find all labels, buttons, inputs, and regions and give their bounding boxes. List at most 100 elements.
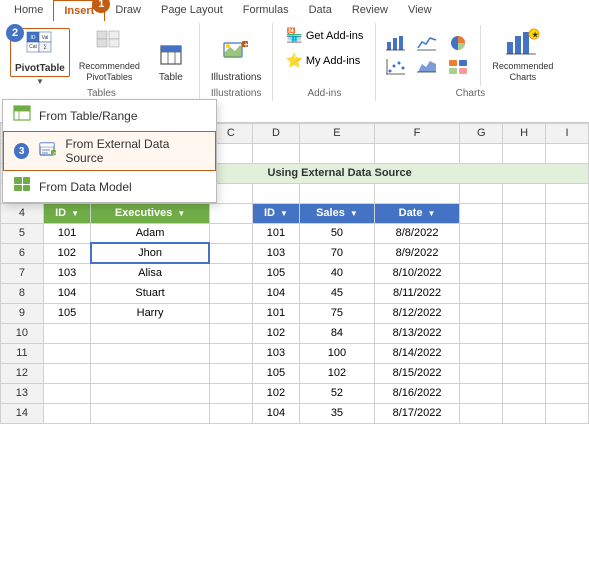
table-row: 8 104 Stuart 104 45 8/11/2022 bbox=[1, 283, 589, 303]
app-window: Home Insert 1 Draw Page Layout Formulas … bbox=[0, 0, 589, 424]
right-id-2[interactable]: 103 bbox=[252, 243, 299, 263]
right-id-10[interactable]: 104 bbox=[252, 403, 299, 423]
more-charts-button[interactable] bbox=[444, 56, 472, 78]
recommended-pivottables-icon: ? bbox=[96, 30, 122, 59]
charts-group: ★ RecommendedCharts Charts bbox=[376, 23, 564, 101]
dropdown-from-table[interactable]: From Table/Range bbox=[3, 100, 216, 131]
pivot-table-label: PivotTable bbox=[15, 63, 65, 74]
right-sales-10[interactable]: 35 bbox=[300, 403, 375, 423]
right-sales-8[interactable]: 102 bbox=[300, 363, 375, 383]
right-sales-6[interactable]: 84 bbox=[300, 323, 375, 343]
from-external-label: From External Data Source bbox=[65, 137, 205, 165]
bar-chart-button[interactable] bbox=[382, 32, 410, 54]
table-button[interactable]: Table bbox=[149, 42, 193, 86]
svg-text:★: ★ bbox=[532, 31, 539, 39]
right-date-1[interactable]: 8/8/2022 bbox=[374, 223, 460, 243]
right-id-9[interactable]: 102 bbox=[252, 383, 299, 403]
tab-view[interactable]: View bbox=[398, 0, 442, 21]
right-sales-9[interactable]: 52 bbox=[300, 383, 375, 403]
col-header-e[interactable]: E bbox=[300, 123, 375, 143]
left-exec-1[interactable]: Adam bbox=[91, 223, 210, 243]
tab-draw[interactable]: Draw bbox=[105, 0, 151, 21]
scatter-chart-button[interactable] bbox=[382, 56, 410, 78]
left-exec-3[interactable]: Alisa bbox=[91, 263, 210, 283]
from-external-icon: ↗ bbox=[39, 141, 57, 162]
my-addins-button[interactable]: ⭐ My Add-ins bbox=[279, 50, 366, 71]
illustrations-icon: + bbox=[222, 39, 250, 70]
right-id-1[interactable]: 101 bbox=[252, 223, 299, 243]
right-sales-5[interactable]: 75 bbox=[300, 303, 375, 323]
tab-page-layout[interactable]: Page Layout bbox=[151, 0, 233, 21]
row-header: 8 bbox=[1, 283, 44, 303]
right-date-3[interactable]: 8/10/2022 bbox=[374, 263, 460, 283]
dropdown-from-external[interactable]: 3 ↗ From External Data Source bbox=[3, 131, 216, 171]
left-id-3[interactable]: 103 bbox=[43, 263, 90, 283]
area-chart-button[interactable] bbox=[413, 56, 441, 78]
right-sales-2[interactable]: 70 bbox=[300, 243, 375, 263]
right-id-3[interactable]: 105 bbox=[252, 263, 299, 283]
get-addins-label: Get Add-ins bbox=[306, 30, 363, 42]
right-sales-7[interactable]: 100 bbox=[300, 343, 375, 363]
row-header: 9 bbox=[1, 303, 44, 323]
badge-pivot: 2 bbox=[6, 24, 24, 42]
table-icon bbox=[160, 45, 182, 70]
left-id-1[interactable]: 101 bbox=[43, 223, 90, 243]
col-header-g[interactable]: G bbox=[460, 123, 503, 143]
pivot-dropdown-arrow[interactable]: ▼ bbox=[36, 77, 44, 86]
row-header: 5 bbox=[1, 223, 44, 243]
pie-chart-button[interactable] bbox=[444, 32, 472, 54]
tables-group-label: Tables bbox=[87, 88, 116, 99]
left-id-2[interactable]: 102 bbox=[43, 243, 90, 263]
col-header-d[interactable]: D bbox=[252, 123, 299, 143]
line-chart-button[interactable] bbox=[413, 32, 441, 54]
tab-insert[interactable]: Insert 1 bbox=[53, 0, 105, 21]
from-table-icon bbox=[13, 105, 31, 126]
right-date-10[interactable]: 8/17/2022 bbox=[374, 403, 460, 423]
right-date-7[interactable]: 8/14/2022 bbox=[374, 343, 460, 363]
tab-formulas[interactable]: Formulas bbox=[233, 0, 299, 21]
right-id-6[interactable]: 102 bbox=[252, 323, 299, 343]
my-addins-label: My Add-ins bbox=[306, 55, 360, 67]
right-date-9[interactable]: 8/16/2022 bbox=[374, 383, 460, 403]
dropdown-from-model[interactable]: From Data Model bbox=[3, 171, 216, 202]
left-exec-2-jhon[interactable]: Jhon bbox=[91, 243, 210, 263]
right-table-header-sales[interactable]: Sales ▼ bbox=[300, 203, 375, 223]
left-table-header-exec[interactable]: Executives ▼ bbox=[91, 203, 210, 223]
col-header-i[interactable]: I bbox=[546, 123, 589, 143]
right-date-2[interactable]: 8/9/2022 bbox=[374, 243, 460, 263]
right-sales-4[interactable]: 45 bbox=[300, 283, 375, 303]
get-addins-button[interactable]: 🏪 Get Add-ins bbox=[279, 25, 369, 46]
right-date-4[interactable]: 8/11/2022 bbox=[374, 283, 460, 303]
right-id-5[interactable]: 101 bbox=[252, 303, 299, 323]
right-id-7[interactable]: 103 bbox=[252, 343, 299, 363]
table-row: 10 102 84 8/13/2022 bbox=[1, 323, 589, 343]
left-id-4[interactable]: 104 bbox=[43, 283, 90, 303]
svg-text:∑: ∑ bbox=[43, 44, 47, 50]
illustrations-button[interactable]: + Illustrations bbox=[206, 36, 267, 86]
right-id-8[interactable]: 105 bbox=[252, 363, 299, 383]
col-header-h[interactable]: H bbox=[503, 123, 546, 143]
table-row: 7 103 Alisa 105 40 8/10/2022 bbox=[1, 263, 589, 283]
tab-review[interactable]: Review bbox=[342, 0, 398, 21]
from-table-label: From Table/Range bbox=[39, 109, 138, 123]
left-table-header-id[interactable]: ID ▼ bbox=[43, 203, 90, 223]
right-id-4[interactable]: 104 bbox=[252, 283, 299, 303]
right-date-6[interactable]: 8/13/2022 bbox=[374, 323, 460, 343]
recommended-pivottables-button[interactable]: ? RecommendedPivotTables bbox=[74, 27, 145, 86]
right-table-header-id[interactable]: ID ▼ bbox=[252, 203, 299, 223]
right-sales-3[interactable]: 40 bbox=[300, 263, 375, 283]
left-exec-4[interactable]: Stuart bbox=[91, 283, 210, 303]
charts-group-label: Charts bbox=[456, 88, 485, 99]
right-table-header-date[interactable]: Date ▼ bbox=[374, 203, 460, 223]
right-date-8[interactable]: 8/15/2022 bbox=[374, 363, 460, 383]
tab-data[interactable]: Data bbox=[299, 0, 342, 21]
right-sales-1[interactable]: 50 bbox=[300, 223, 375, 243]
left-id-5[interactable]: 105 bbox=[43, 303, 90, 323]
tab-home[interactable]: Home bbox=[4, 0, 53, 21]
recommended-charts-button[interactable]: ★ RecommendedCharts bbox=[487, 25, 558, 86]
badge-external: 3 bbox=[14, 143, 29, 159]
svg-text:+: + bbox=[244, 42, 248, 49]
left-exec-5[interactable]: Harry bbox=[91, 303, 210, 323]
col-header-f[interactable]: F bbox=[374, 123, 460, 143]
right-date-5[interactable]: 8/12/2022 bbox=[374, 303, 460, 323]
